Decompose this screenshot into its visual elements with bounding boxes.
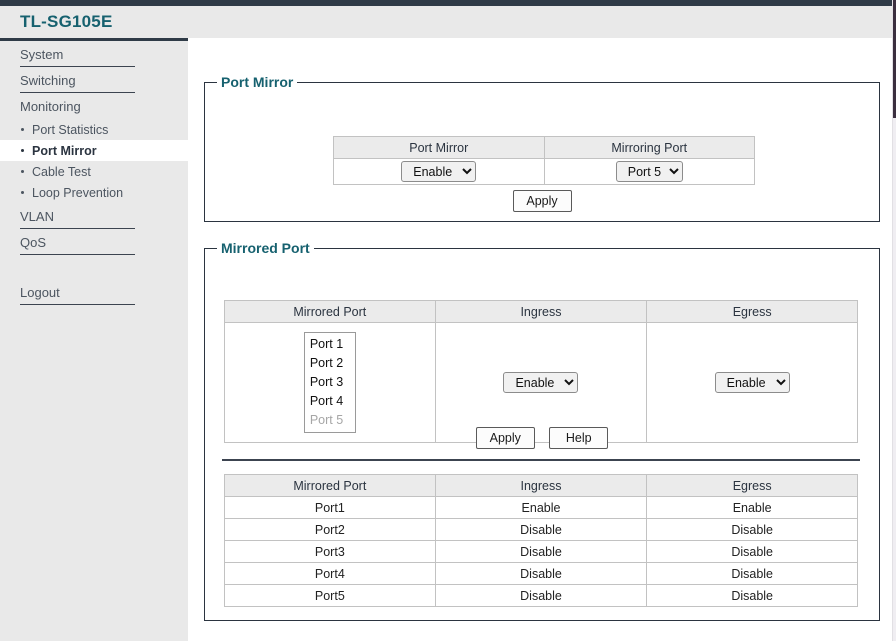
sidebar-nav: System Switching Monitoring Port Statistics… <box>0 41 188 305</box>
result-cell-egress: Disable <box>646 584 858 607</box>
table-row: Port4 Disable Disable <box>224 562 858 585</box>
result-cell-egress: Disable <box>646 540 858 563</box>
result-table-body: Port1 Enable Enable Port2 Disable Disable Port… <box>224 496 858 607</box>
result-cell-egress: Disable <box>646 562 858 585</box>
sidebar-item-port-mirror[interactable]: Port Mirror <box>0 140 188 161</box>
sidebar-item-vlan[interactable]: VLAN <box>0 203 188 229</box>
result-cell-egress: Disable <box>646 518 858 541</box>
sidebar-item-label: QoS <box>20 234 47 250</box>
mirrored-port-listbox[interactable]: Port 1 Port 2 Port 3 Port 4 Port 5 <box>303 332 356 433</box>
result-table-head: Mirrored Port Ingress Egress <box>224 474 858 497</box>
result-cell-egress: Enable <box>646 496 858 519</box>
sidebar-item-label: Logout <box>20 284 60 300</box>
table-row: Port 1Port 2Port 3Port 4Port 5 EnableDis… <box>224 322 858 443</box>
bullet-icon <box>21 191 24 194</box>
page-scrollbar[interactable] <box>892 0 896 641</box>
sidebar-item-label: Switching <box>20 72 76 88</box>
sidebar-item-label: System <box>20 46 64 62</box>
col-header-mirroring-port: Mirroring Port <box>543 136 755 159</box>
brand-title: TL-SG105E <box>20 12 113 31</box>
listbox-option[interactable]: Port 2 <box>305 354 355 373</box>
result-cell-ingress: Enable <box>434 496 648 519</box>
result-cell-ingress: Disable <box>434 584 648 607</box>
apply-button-mirrored-port[interactable]: Apply <box>475 427 535 449</box>
sidebar-item-label: Loop Prevention <box>32 185 124 200</box>
col-header-ingress: Ingress <box>434 300 648 323</box>
col-header-egress: Egress <box>646 474 858 497</box>
mirrored-port-button-row: Apply Help <box>205 427 879 449</box>
port-mirror-select[interactable]: EnableDisable <box>401 161 477 182</box>
table-row: EnableDisable Port 1Port 2Port 3Port 4Po… <box>333 158 755 185</box>
mirroring-port-select[interactable]: Port 1Port 2Port 3Port 4Port 5 <box>615 161 683 182</box>
table-header-row: Mirrored Port Ingress Egress <box>224 474 858 497</box>
result-cell-port: Port4 <box>224 562 436 585</box>
result-cell-ingress: Disable <box>434 562 648 585</box>
sidebar-item-rule <box>20 304 135 305</box>
table-header-row: Port Mirror Mirroring Port <box>333 136 755 159</box>
table-row: Port1 Enable Enable <box>224 496 858 519</box>
cell-egress-select: EnableDisable <box>646 322 858 443</box>
port-mirror-button-row: Apply <box>205 190 879 212</box>
bullet-icon <box>21 149 24 152</box>
sidebar-item-port-statistics[interactable]: Port Statistics <box>0 119 188 140</box>
sidebar-item-monitoring[interactable]: Monitoring <box>0 93 188 119</box>
result-cell-port: Port3 <box>224 540 436 563</box>
sidebar-item-logout[interactable]: Logout <box>0 279 188 305</box>
port-mirror-legend: Port Mirror <box>221 74 294 90</box>
result-cell-ingress: Disable <box>434 540 648 563</box>
port-mirror-config-table: Port Mirror Mirroring Port EnableDisable… <box>333 136 755 185</box>
sidebar-item-label: Port Statistics <box>32 122 109 137</box>
col-header-mirrored-port: Mirrored Port <box>224 474 436 497</box>
cell-ingress-select: EnableDisable <box>434 322 648 443</box>
mirrored-port-panel: Mirrored Port Mirrored Port Ingress Egre… <box>204 240 880 621</box>
sidebar: System Switching Monitoring Port Statistics… <box>0 38 188 641</box>
col-header-mirrored-port: Mirrored Port <box>224 300 436 323</box>
sidebar-item-rule <box>20 254 135 255</box>
result-cell-port: Port2 <box>224 518 436 541</box>
col-header-ingress: Ingress <box>434 474 648 497</box>
port-mirror-panel: Port Mirror Port Mirror Mirroring Port E… <box>204 74 880 222</box>
sidebar-item-label: Cable Test <box>32 164 91 179</box>
cell-mirroring-port-select: Port 1Port 2Port 3Port 4Port 5 <box>543 158 755 185</box>
table-header-row: Mirrored Port Ingress Egress <box>224 300 858 323</box>
sidebar-item-label: Monitoring <box>20 98 81 114</box>
result-cell-port: Port5 <box>224 584 436 607</box>
sidebar-item-cable-test[interactable]: Cable Test <box>0 161 188 182</box>
sidebar-item-label: Port Mirror <box>32 143 97 158</box>
bullet-icon <box>21 170 24 173</box>
cell-port-mirror-select: EnableDisable <box>333 158 545 185</box>
table-row: Port2 Disable Disable <box>224 518 858 541</box>
listbox-option[interactable]: Port 1 <box>305 335 355 354</box>
mirrored-port-legend: Mirrored Port <box>221 240 310 256</box>
main-content: Port Mirror Port Mirror Mirroring Port E… <box>188 38 896 641</box>
listbox-option[interactable]: Port 3 <box>305 373 355 392</box>
col-header-port-mirror: Port Mirror <box>333 136 545 159</box>
cell-mirrored-port-listbox: Port 1 Port 2 Port 3 Port 4 Port 5 <box>224 322 436 443</box>
bullet-icon <box>21 128 24 131</box>
sidebar-item-label: VLAN <box>20 208 54 224</box>
result-cell-ingress: Disable <box>434 518 648 541</box>
help-button[interactable]: Help <box>549 427 609 449</box>
sidebar-item-qos[interactable]: QoS <box>0 229 188 255</box>
mirrored-port-config-table: Mirrored Port Ingress Egress Port 1 Port … <box>224 300 858 443</box>
apply-button-port-mirror[interactable]: Apply <box>512 190 572 212</box>
col-header-egress: Egress <box>646 300 858 323</box>
listbox-option[interactable]: Port 4 <box>305 392 355 411</box>
mirrored-port-result-table: Mirrored Port Ingress Egress Port1 Enable… <box>224 474 858 607</box>
table-row: Port3 Disable Disable <box>224 540 858 563</box>
sidebar-item-loop-prevention[interactable]: Loop Prevention <box>0 182 188 203</box>
sidebar-item-switching[interactable]: Switching <box>0 67 188 93</box>
table-row: Port5 Disable Disable <box>224 584 858 607</box>
result-cell-port: Port1 <box>224 496 436 519</box>
section-divider <box>222 459 860 461</box>
egress-select[interactable]: EnableDisable <box>714 372 790 393</box>
page-root: TL-SG105E System Switching Monitoring Port … <box>0 0 896 641</box>
ingress-select[interactable]: EnableDisable <box>503 372 579 393</box>
sidebar-item-system[interactable]: System <box>0 41 188 67</box>
